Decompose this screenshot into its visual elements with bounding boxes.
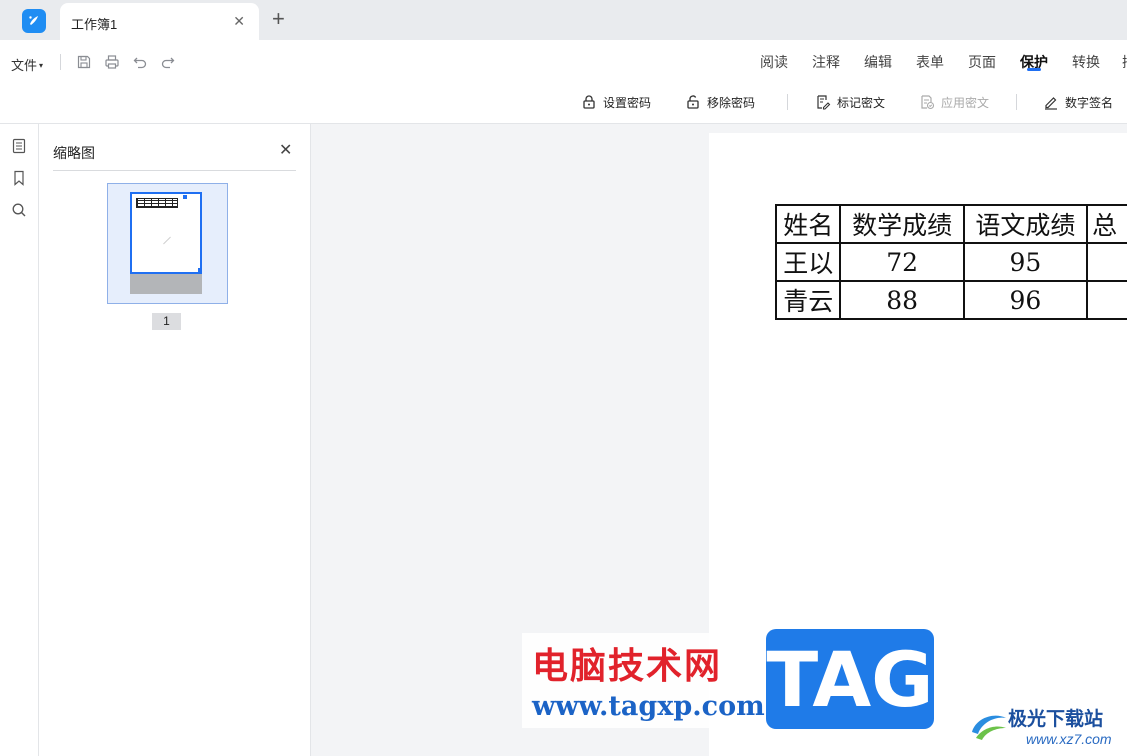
table-cell <box>1086 242 1127 282</box>
apply-redaction-icon <box>921 95 935 110</box>
table-cell: 72 <box>839 242 965 282</box>
undo-button[interactable] <box>131 53 149 71</box>
selection-handle <box>183 195 187 199</box>
panel-title: 缩略图 <box>53 145 95 161</box>
redo-icon <box>161 57 175 69</box>
thumbnail-panel: 缩略图 ✕ 1 <box>39 124 311 756</box>
file-menu-label: 文件 <box>11 58 38 73</box>
print-button[interactable] <box>103 53 121 71</box>
table-row: 王以 72 95 <box>774 242 1127 282</box>
save-icon <box>77 55 91 69</box>
thumbnail-page-preview <box>130 192 202 274</box>
print-icon <box>105 55 119 69</box>
lock-icon <box>583 95 595 109</box>
download-site-url: www.xz7.com <box>1026 731 1112 747</box>
site-watermark-url: www.tagxp.com <box>532 691 765 722</box>
table-cell: 88 <box>839 280 965 320</box>
site-watermark: 电脑技术网 www.tagxp.com <box>522 633 766 728</box>
table-cell <box>1086 280 1127 320</box>
remove-password-button[interactable]: 移除密码 <box>685 92 755 112</box>
signature-pen-icon <box>1045 97 1057 110</box>
table-cell: 王以 <box>774 242 842 282</box>
bookmark-panel-button[interactable] <box>10 169 28 187</box>
search-icon <box>12 203 26 217</box>
tag-watermark-text: TAG <box>766 635 934 724</box>
thumbnail-table-preview <box>136 198 178 208</box>
tab-close-icon[interactable]: ✕ <box>233 13 245 30</box>
download-site-watermark: 极光下载站 www.xz7.com <box>968 698 1126 754</box>
score-table: 姓名 数学成绩 语文成绩 总 王以 72 95 青云 88 96 <box>774 204 1127 320</box>
panel-close-icon[interactable]: ✕ <box>279 140 292 160</box>
chevron-down-icon: ▾ <box>39 61 44 70</box>
table-cell: 青云 <box>774 280 842 320</box>
toolbar-divider <box>787 94 788 110</box>
thumbnail-icon <box>12 138 26 154</box>
mark-redaction-button[interactable]: 标记密文 <box>815 92 885 112</box>
mark-redaction-label: 标记密文 <box>837 95 886 110</box>
panel-divider <box>53 170 296 171</box>
app-logo-icon[interactable] <box>22 9 46 33</box>
active-tab-indicator <box>1027 68 1041 71</box>
menu-divider <box>60 54 61 70</box>
remove-password-label: 移除密码 <box>707 95 756 110</box>
tab-workbook[interactable]: 工作簿1 ✕ <box>60 3 259 40</box>
ribbon-tab-page[interactable]: 页面 <box>968 52 996 72</box>
page-number-badge: 1 <box>152 313 181 330</box>
mark-redaction-icon <box>817 95 831 110</box>
new-tab-button[interactable]: + <box>272 8 285 30</box>
table-cell: 96 <box>962 280 1089 320</box>
table-cell: 95 <box>962 242 1089 282</box>
page-thumbnail[interactable] <box>107 183 228 304</box>
ribbon-tab-read[interactable]: 阅读 <box>760 52 788 72</box>
aurora-swirl-icon <box>972 715 1006 740</box>
table-header-cell: 姓名 <box>774 204 842 244</box>
search-panel-button[interactable] <box>10 201 28 219</box>
table-row: 青云 88 96 <box>774 280 1127 320</box>
download-site-name: 极光下载站 <box>1008 709 1104 730</box>
thumbnail-panel-button[interactable] <box>10 137 28 155</box>
toolbar-divider <box>1016 94 1017 110</box>
ribbon-tab-form[interactable]: 表单 <box>916 52 944 72</box>
ribbon-tab-convert[interactable]: 转换 <box>1072 52 1100 72</box>
set-password-button[interactable]: 设置密码 <box>581 92 651 112</box>
thumbnail-page-bottom <box>130 274 202 294</box>
bookmark-icon <box>14 170 24 186</box>
tab-bar: 工作簿1 ✕ + <box>0 0 1127 40</box>
set-password-label: 设置密码 <box>603 95 652 110</box>
pen-logo-icon <box>29 16 38 25</box>
table-header-cell: 数学成绩 <box>839 204 965 244</box>
apply-redaction-label: 应用密文 <box>941 95 990 110</box>
digital-signature-button[interactable]: 数字签名 <box>1043 92 1113 112</box>
thumbnail-mark <box>163 236 171 245</box>
selection-handle <box>198 268 202 272</box>
ribbon-tab-edit[interactable]: 编辑 <box>864 52 892 72</box>
menu-bar: 文件▾ 阅读 注释 编辑 表单 页面 保护 转换 插 <box>0 40 1127 84</box>
apply-redaction-button[interactable]: 应用密文 <box>919 92 989 112</box>
unlock-icon <box>687 95 699 109</box>
sidebar-rail <box>0 124 39 756</box>
protect-toolbar: 设置密码 移除密码 标记密文 应用密文 数字签名 <box>0 84 1127 124</box>
ribbon-tab-annotate[interactable]: 注释 <box>812 52 840 72</box>
tag-watermark-logo: TAG <box>766 629 934 729</box>
table-header-cell: 语文成绩 <box>962 204 1089 244</box>
file-menu-button[interactable]: 文件 ▾ <box>11 55 43 74</box>
save-button[interactable] <box>75 53 93 71</box>
digital-signature-label: 数字签名 <box>1065 95 1114 110</box>
table-header-row: 姓名 数学成绩 语文成绩 总 <box>774 204 1127 244</box>
redo-button[interactable] <box>159 53 177 71</box>
table-header-cell: 总 <box>1086 204 1127 244</box>
undo-icon <box>133 57 147 69</box>
site-watermark-name: 电脑技术网 <box>532 646 723 687</box>
ribbon-tab-insert[interactable]: 插 <box>1122 52 1127 72</box>
tab-title: 工作簿1 <box>71 17 118 32</box>
